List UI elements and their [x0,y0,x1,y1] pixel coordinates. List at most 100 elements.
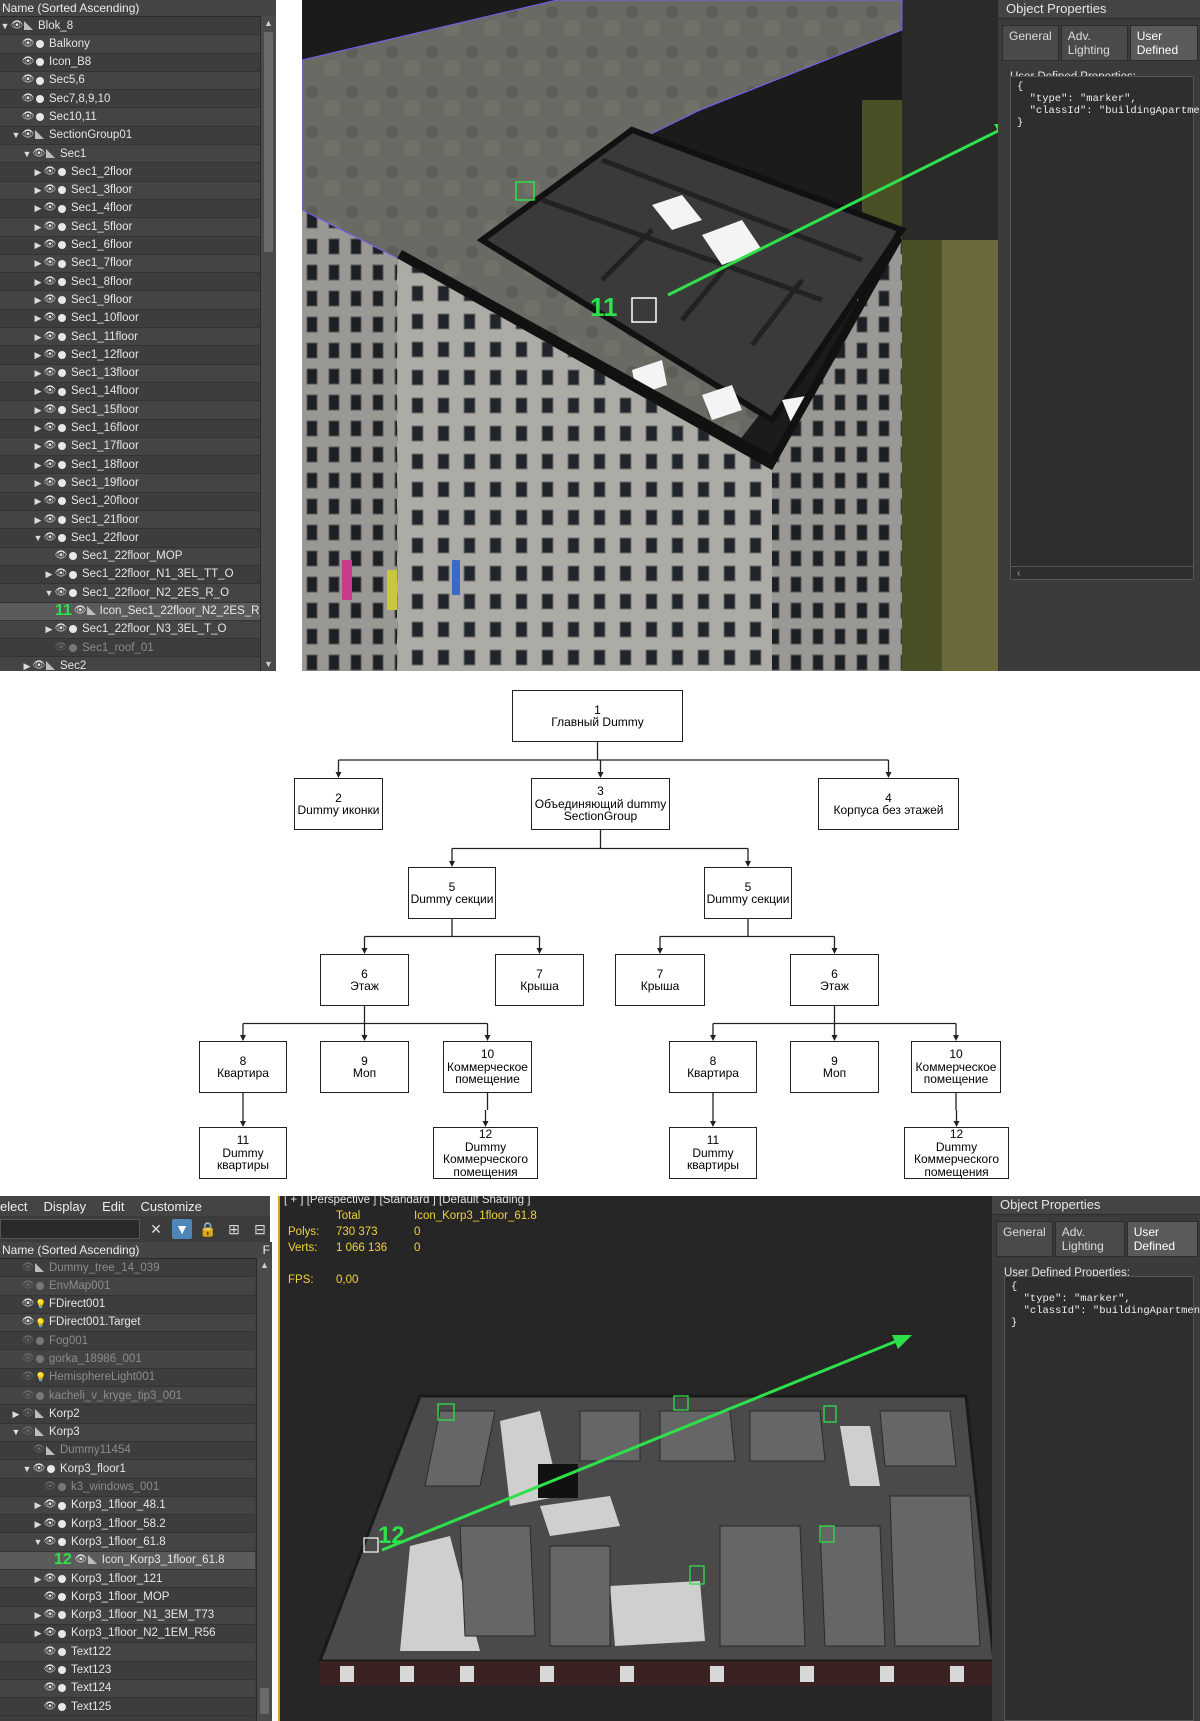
object-dot-icon[interactable] [57,515,67,525]
tree-row[interactable]: 👁 Text125 [0,1698,255,1717]
object-dot-icon[interactable] [57,332,67,342]
visibility-eye-icon[interactable]: 👁 [43,1570,57,1588]
object-dot-icon[interactable] [57,460,67,470]
tab-user-defined[interactable]: User Defined [1126,1221,1198,1257]
object-dot-icon[interactable] [57,1610,67,1620]
lock-icon[interactable]: 🔒 [198,1219,218,1239]
tree-row[interactable]: ▼ 👁 Korp3 [0,1423,255,1442]
tree-row[interactable]: 👁 Text124 [0,1679,255,1699]
dummy-helper-icon[interactable] [46,661,56,671]
tree-row[interactable]: 👁 Balkony [0,35,261,54]
tree-row[interactable]: ▶ 👁 Sec1_17floor [0,437,261,457]
tree-row[interactable]: ▶ 👁 Sec1_22floor_N3_3EL_T_O [0,620,261,640]
dummy-helper-icon[interactable] [35,1409,45,1419]
visibility-eye-icon[interactable]: 👁 [43,1679,57,1697]
tree-row[interactable]: ▶ 👁 Sec1_12floor [0,346,261,365]
tree-row[interactable]: ▶ 👁 Sec1_20floor [0,492,261,512]
object-dot-icon[interactable] [57,259,67,269]
dummy-helper-icon[interactable] [35,1262,45,1273]
object-dot-icon[interactable] [57,350,67,360]
object-dot-icon[interactable] [68,570,78,580]
tree-row[interactable]: ▶ 👁 Sec1_21floor [0,511,261,530]
visibility-eye-icon[interactable]: 👁 [74,602,87,620]
visibility-eye-icon[interactable]: 👁 [43,254,57,272]
tree-row[interactable]: ▶ 👁 Sec1_8floor [0,273,261,292]
visibility-eye-icon[interactable]: 👁 [43,437,57,455]
expand-arrow-icon[interactable]: ▶ [33,1570,43,1588]
object-dot-icon[interactable] [57,1519,67,1529]
visibility-eye-icon[interactable]: 👁 [54,620,68,638]
object-dot-icon[interactable] [46,1464,56,1474]
tree-row[interactable]: 👁 💡 FDirect001.Target [0,1313,255,1333]
visibility-eye-icon[interactable]: 👁 [43,1515,57,1533]
dummy-helper-icon[interactable] [35,130,45,140]
tree-row[interactable]: ▼ 👁 Korp3_floor1 [0,1460,255,1479]
visibility-eye-icon[interactable]: 👁 [21,1405,35,1423]
tree-row[interactable]: ▼ 👁 Sec1 [0,145,261,164]
tree-row[interactable]: 👁 k3_windows_001 [0,1479,255,1497]
light-bulb-icon[interactable]: 💡 [35,1318,46,1328]
object-dot-icon[interactable] [35,39,45,49]
visibility-eye-icon[interactable]: 👁 [21,1350,35,1368]
visibility-eye-icon[interactable]: 👁 [21,1295,35,1313]
expand-arrow-icon[interactable]: ▶ [33,492,43,510]
expand-arrow-icon[interactable]: ▶ [33,401,43,419]
tree-row[interactable]: ▶ 👁 Sec1_14floor [0,382,261,402]
tree-row[interactable]: 👁 Sec7,8,9,10 [0,90,261,109]
scroll-thumb[interactable] [260,1688,269,1714]
object-dot-icon[interactable] [57,441,67,451]
visibility-eye-icon[interactable]: 👁 [21,1277,35,1295]
tree-row[interactable]: ▼ 👁 Sec1_22floor_N2_2ES_R_O [0,584,261,603]
object-dot-icon[interactable] [68,624,78,634]
expand-arrow-icon[interactable]: ▶ [22,657,32,671]
visibility-eye-icon[interactable]: 👁 [43,492,57,510]
object-dot-icon[interactable] [57,496,67,506]
tree-row[interactable]: 👁 Sec1_roof_01 [0,639,261,658]
clear-search-icon[interactable]: ✕ [146,1219,166,1239]
tree-row[interactable]: ▶ 👁 Sec1_4floor [0,199,261,219]
dummy-helper-icon[interactable] [35,1427,45,1437]
object-dot-icon[interactable] [57,1537,67,1547]
tree-row[interactable]: ▶ 👁 Korp2 [0,1405,255,1424]
object-dot-icon[interactable] [57,1574,67,1584]
object-dot-icon[interactable] [35,1391,45,1401]
tree-row[interactable]: ▶ 👁 Sec1_18floor [0,456,261,475]
collapse-arrow-icon[interactable]: ▼ [33,1533,43,1551]
expand-arrow-icon[interactable]: ▶ [33,419,43,437]
visibility-eye-icon[interactable]: 👁 [21,1368,35,1386]
user-defined-textbox[interactable]: { "type": "marker", "classId": "building… [1010,76,1200,570]
user-defined-textbox[interactable]: { "type": "marker", "classId": "building… [1004,1276,1200,1721]
expand-arrow-icon[interactable]: ▶ [33,382,43,400]
expand-arrow-icon[interactable]: ▶ [33,1624,43,1642]
tree-row[interactable]: ▶ 👁 Sec1_6floor [0,237,261,255]
tree-row[interactable]: 👁 Fog001 [0,1332,255,1351]
expand-arrow-icon[interactable]: ▶ [33,474,43,492]
collapse-arrow-icon[interactable]: ▼ [11,1423,21,1441]
visibility-eye-icon[interactable]: 👁 [32,145,46,163]
tree-row[interactable]: 11 👁 Icon_Sec1_22floor_N2_2ES_R_O [0,602,275,621]
hierarchy-icon[interactable]: ⊞ [224,1219,244,1239]
expand-arrow-icon[interactable]: ▶ [33,199,43,217]
collapse-arrow-icon[interactable]: ▼ [0,17,10,35]
tree-row[interactable]: 👁 Text123 [0,1662,255,1680]
visibility-eye-icon[interactable]: 👁 [43,291,57,309]
visibility-eye-icon[interactable]: 👁 [43,1533,57,1551]
expand-arrow-icon[interactable]: ▶ [33,1515,43,1533]
visibility-eye-icon[interactable]: 👁 [54,547,68,565]
tree-row[interactable]: ▶ 👁 Sec1_15floor [0,401,261,420]
tree-row[interactable]: 12 👁 Icon_Korp3_1floor_61.8 [0,1551,255,1571]
tree-row[interactable]: ▶ 👁 Sec1_5floor [0,218,261,237]
visibility-eye-icon[interactable]: 👁 [21,1332,35,1350]
tree-row[interactable]: 👁 Dummy11454 [0,1442,255,1461]
expand-arrow-icon[interactable]: ▶ [33,364,43,382]
visibility-eye-icon[interactable]: 👁 [21,108,35,126]
tab-user-defined[interactable]: User Defined [1129,25,1198,61]
tree-row[interactable]: ▶ 👁 Korp3_1floor_N1_3EM_T73 [0,1606,255,1625]
object-dot-icon[interactable] [57,1702,67,1712]
object-dot-icon[interactable] [68,588,78,598]
object-dot-icon[interactable] [68,551,78,561]
visibility-eye-icon[interactable]: 👁 [43,511,57,529]
expand-arrow-icon[interactable]: ▶ [33,511,43,529]
expand-arrow-icon[interactable]: ▶ [33,309,43,327]
expand-arrow-icon[interactable]: ▶ [33,273,43,291]
